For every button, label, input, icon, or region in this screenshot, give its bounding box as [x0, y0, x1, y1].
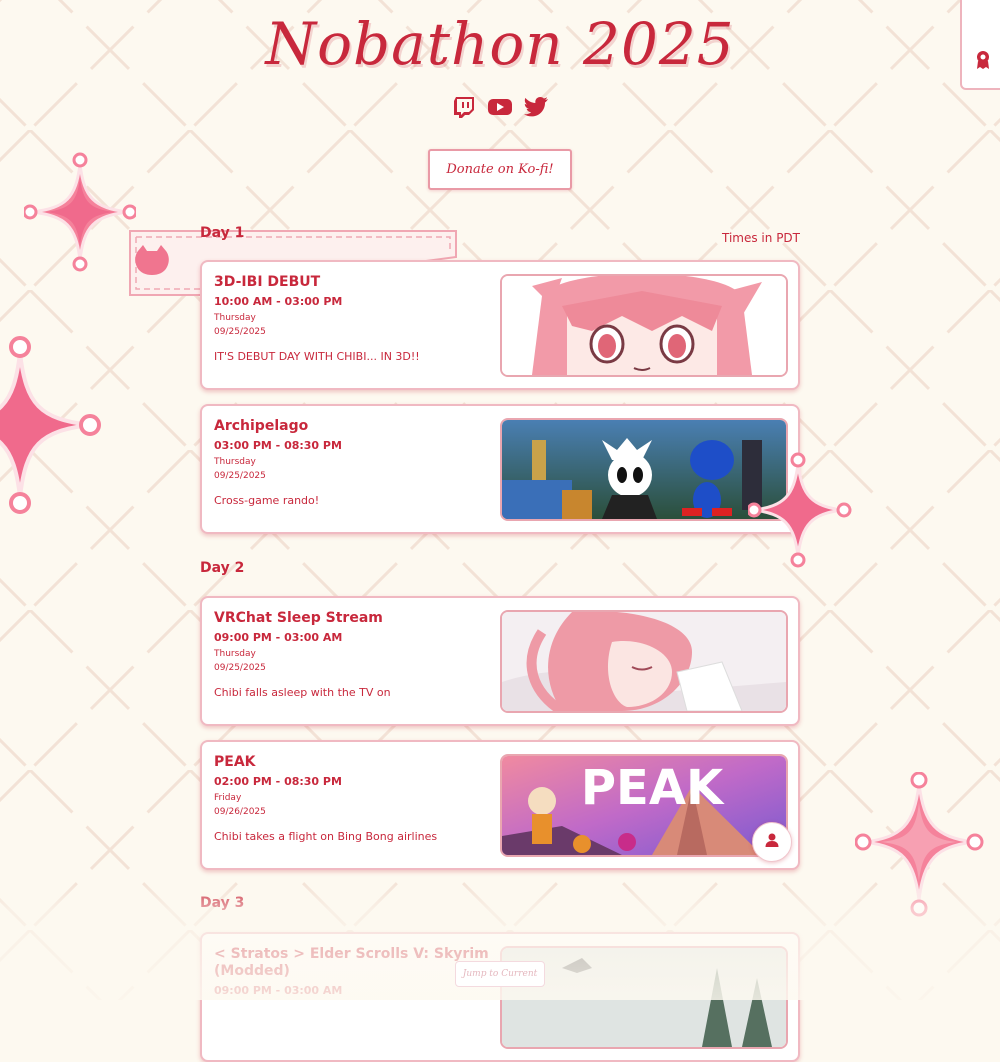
event-date: 09/25/2025 [214, 663, 266, 673]
donate-button[interactable]: Donate on Ko-fi! [428, 149, 572, 190]
day-heading: Day 3 [200, 895, 245, 911]
event-thumbnail [500, 418, 788, 521]
event-description: Chibi falls asleep with the TV on [214, 686, 391, 699]
event-date: 09/25/2025 [214, 471, 266, 481]
day-heading: Day 2 [200, 560, 245, 576]
timezone-note: Times in PDT [722, 231, 800, 245]
event-thumbnail: PEAK [500, 754, 788, 857]
event-thumbnail [500, 274, 788, 377]
page-title: Nobathon 2025 [265, 10, 735, 78]
event-description: Chibi takes a flight on Bing Bong airlin… [214, 830, 438, 843]
event-time: 02:00 PM - 08:30 PM [214, 775, 342, 788]
event-weekday: Thursday [214, 313, 256, 323]
twitter-icon[interactable] [523, 94, 549, 120]
ribbon-badge-icon [975, 50, 991, 74]
sparkle-decoration [748, 452, 852, 568]
event-card[interactable]: VRChat Sleep Stream 09:00 PM - 03:00 AM … [200, 596, 800, 726]
event-thumbnail [500, 610, 788, 713]
event-card[interactable]: Archipelago 03:00 PM - 08:30 PM Thursday… [200, 404, 800, 534]
event-title: < Stratos > Elder Scrolls V: Skyrim (Mod… [214, 946, 489, 979]
event-time: 09:00 PM - 03:00 AM [214, 984, 343, 997]
event-card[interactable]: 3D-IBI DEBUT 10:00 AM - 03:00 PM Thursda… [200, 260, 800, 390]
sparkle-decoration [24, 152, 136, 272]
day-heading: Day 1 [200, 225, 245, 241]
youtube-icon[interactable] [487, 94, 513, 120]
event-time: 09:00 PM - 03:00 AM [214, 631, 343, 644]
peak-logo: PEAK [581, 760, 725, 816]
event-date: 09/26/2025 [214, 807, 266, 817]
event-title: Archipelago [214, 418, 309, 434]
event-card[interactable]: PEAK 02:00 PM - 08:30 PM Friday 09/26/20… [200, 740, 800, 870]
sparkle-decoration [855, 772, 984, 917]
event-date: 09/25/2025 [214, 327, 266, 337]
sparkle-decoration [0, 336, 101, 514]
jump-to-current-button[interactable]: Jump to Current [455, 961, 545, 987]
event-description: IT'S DEBUT DAY WITH CHIBI... IN 3D!! [214, 350, 420, 363]
profile-fab-button[interactable] [752, 822, 792, 862]
event-weekday: Thursday [214, 457, 256, 467]
event-time: 10:00 AM - 03:00 PM [214, 295, 343, 308]
user-icon [764, 832, 780, 852]
event-weekday: Thursday [214, 649, 256, 659]
event-weekday: Friday [214, 793, 242, 803]
side-tab[interactable] [960, 0, 1000, 90]
event-card[interactable]: < Stratos > Elder Scrolls V: Skyrim (Mod… [200, 932, 800, 1062]
social-links [0, 94, 1000, 120]
event-title: 3D-IBI DEBUT [214, 274, 321, 290]
event-title: VRChat Sleep Stream [214, 610, 383, 626]
event-title: PEAK [214, 754, 256, 770]
event-time: 03:00 PM - 08:30 PM [214, 439, 342, 452]
event-description: Cross-game rando! [214, 494, 320, 507]
twitch-icon[interactable] [451, 94, 477, 120]
